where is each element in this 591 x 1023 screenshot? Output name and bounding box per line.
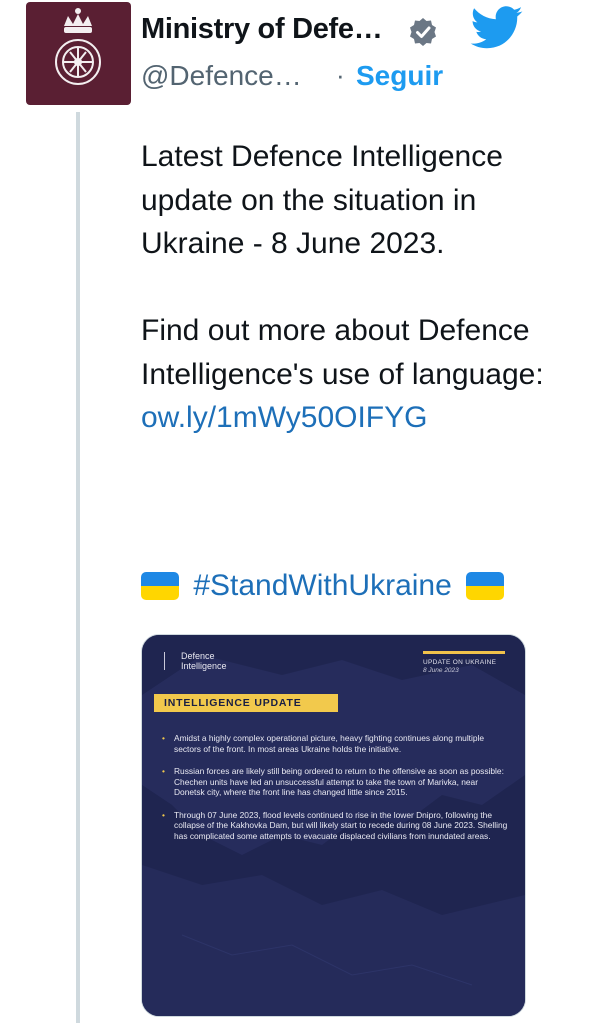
tweet-paragraph-1: Latest Defence Intelligence update on th…: [141, 140, 503, 260]
update-bullets: Amidst a highly complex operational pict…: [158, 733, 508, 853]
ukraine-flag-icon: [141, 572, 179, 601]
tweet-text: Latest Defence Intelligence update on th…: [141, 135, 561, 440]
logo-line-2: Intelligence: [181, 661, 227, 671]
logo-line-1: Defence: [181, 651, 215, 661]
twitter-bird-icon[interactable]: [470, 6, 524, 50]
bullet-item: Through 07 June 2023, flood levels conti…: [158, 810, 508, 842]
bullet-item: Amidst a highly complex operational pict…: [158, 733, 508, 754]
follow-separator: ·: [336, 60, 345, 90]
update-accent-bar: [423, 651, 505, 654]
hashtag-link[interactable]: #StandWithUkraine: [193, 569, 451, 602]
bullet-item: Russian forces are likely still being or…: [158, 766, 508, 798]
account-handle[interactable]: @Defence…: [141, 60, 302, 92]
verified-badge-icon: [410, 18, 436, 46]
tweet-paragraph-2: Find out more about Defence Intelligence…: [141, 314, 544, 391]
section-label: INTELLIGENCE UPDATE: [154, 694, 338, 712]
avatar[interactable]: [26, 2, 131, 105]
crest-icon: [164, 652, 177, 670]
follow-button[interactable]: Seguir: [356, 60, 443, 92]
ukraine-flag-icon: [466, 572, 505, 601]
mod-crest-icon: [55, 8, 101, 85]
defence-intelligence-logo: Defence Intelligence: [164, 651, 227, 671]
account-name[interactable]: Ministry of Defe…: [141, 13, 383, 46]
tweet-link[interactable]: ow.ly/1mWy50OIFYG: [141, 396, 561, 440]
hashtag-line: #StandWithUkraine: [141, 568, 505, 606]
update-label: UPDATE ON UKRAINE: [423, 659, 497, 666]
update-date: 8 June 2023: [423, 667, 459, 674]
tweet-image[interactable]: Defence Intelligence UPDATE ON UKRAINE 8…: [141, 634, 526, 1017]
thread-line: [76, 112, 80, 1023]
